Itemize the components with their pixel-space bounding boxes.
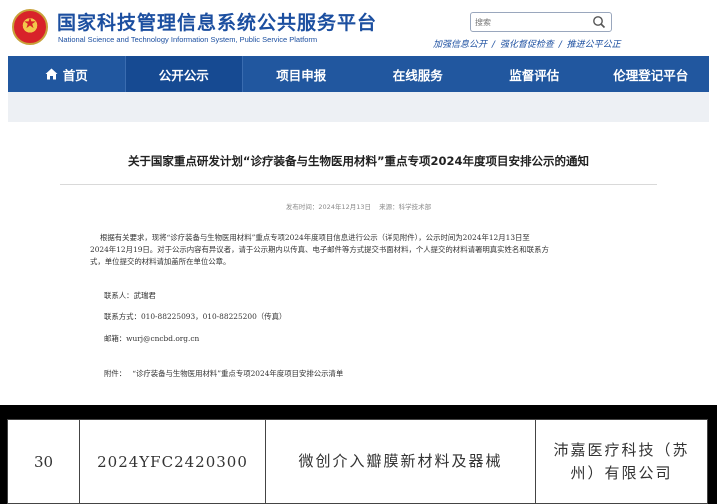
slogan-bar: 加强信息公开 / 强化督促检查 / 推进公平公正 [433,40,621,50]
contact-email: 邮箱：wurj@cncbd.org.cn [104,334,200,343]
nav-item-label: 在线服务 [392,67,443,83]
national-emblem-icon: ★ [12,9,48,45]
search-input[interactable] [475,15,583,29]
nav-item-home[interactable]: 首页 [8,56,125,92]
cell-number: 30 [7,419,80,504]
nav-item-online-service[interactable]: 在线服务 [360,56,477,92]
cell-project-name: 微创介入瓣膜新材料及器械 [265,419,536,504]
attachment: 附件： “诊疗装备与生物医用材料”重点专项2024年度项目安排公示清单 [104,368,343,379]
paragraph-line: 根据有关要求，现将“诊疗装备与生物医用材料”重点专项2024年度项目信息进行公示… [100,233,530,242]
cell-undertaking-unit: 沛嘉医疗科技（苏州）有限公司 [535,419,708,504]
site-subtitle: National Science and Technology Informat… [58,35,318,44]
attachment-link[interactable]: “诊疗装备与生物医用材料”重点专项2024年度项目安排公示清单 [132,369,343,378]
article-title: 关于国家重点研发计划“诊疗装备与生物医用材料”重点专项2024年度项目安排公示的… [127,154,590,168]
contact-person: 联系人：武瑞君 [104,291,156,300]
search-box[interactable] [470,12,612,32]
nav-item-label: 项目申报 [276,67,327,83]
contact-phone: 联系方式：010-88225093，010-88225200（传真） [104,312,287,321]
article-paragraph: 根据有关要求，现将“诊疗装备与生物医用材料”重点专项2024年度项目信息进行公示… [90,232,670,268]
nav-spacer [8,92,709,122]
paragraph-line: 式，单位提交的材料请加盖所在单位公章。 [90,257,231,266]
nav-item-public-notice[interactable]: 公开公示 [124,56,243,92]
paragraph-line: 2024年12月19日。对于公示内容有异议者，请于公示期内以传真、电子邮件等方式… [90,245,549,254]
nav-item-label: 首页 [62,67,88,83]
nav-item-label: 伦理登记平台 [613,67,689,83]
cell-project-code: 2024YFC2420300 [79,419,266,504]
slogan-item: 强化督促检查 [499,40,554,50]
project-table-wrapper: 30 2024YFC2420300 微创介入瓣膜新材料及器械 沛嘉医疗科技（苏州… [0,416,717,504]
site-title[interactable]: 国家科技管理信息系统公共服务平台 [57,8,377,35]
nav-item-label: 监督评估 [509,67,560,83]
nav-item-label: 公开公示 [158,67,209,83]
main-nav: 首页 公开公示 项目申报 在线服务 监督评估 伦理登记平台 [8,56,709,92]
search-icon[interactable] [592,15,606,29]
project-table: 30 2024YFC2420300 微创介入瓣膜新材料及器械 沛嘉医疗科技（苏州… [7,419,708,504]
article-meta: 发布时间：2024年12月13日 来源：科学技术部 [0,201,717,211]
site-header: ★ 国家科技管理信息系统公共服务平台 National Science and … [0,0,717,56]
attachment-label: 附件： [104,369,127,378]
nav-item-project-application[interactable]: 项目申报 [243,56,360,92]
overlay-divider [0,405,717,416]
title-divider [60,184,657,185]
table-row: 30 2024YFC2420300 微创介入瓣膜新材料及器械 沛嘉医疗科技（苏州… [7,419,708,504]
nav-item-supervision[interactable]: 监督评估 [476,56,593,92]
slogan-item: 加强信息公开 [433,40,488,50]
slogan-item: 推进公平公正 [566,40,621,50]
home-icon [45,68,58,80]
article-source: 来源：科学技术部 [379,203,432,211]
publish-time: 发布时间：2024年12月13日 [285,203,371,211]
nav-item-ethics-registration[interactable]: 伦理登记平台 [593,56,710,92]
